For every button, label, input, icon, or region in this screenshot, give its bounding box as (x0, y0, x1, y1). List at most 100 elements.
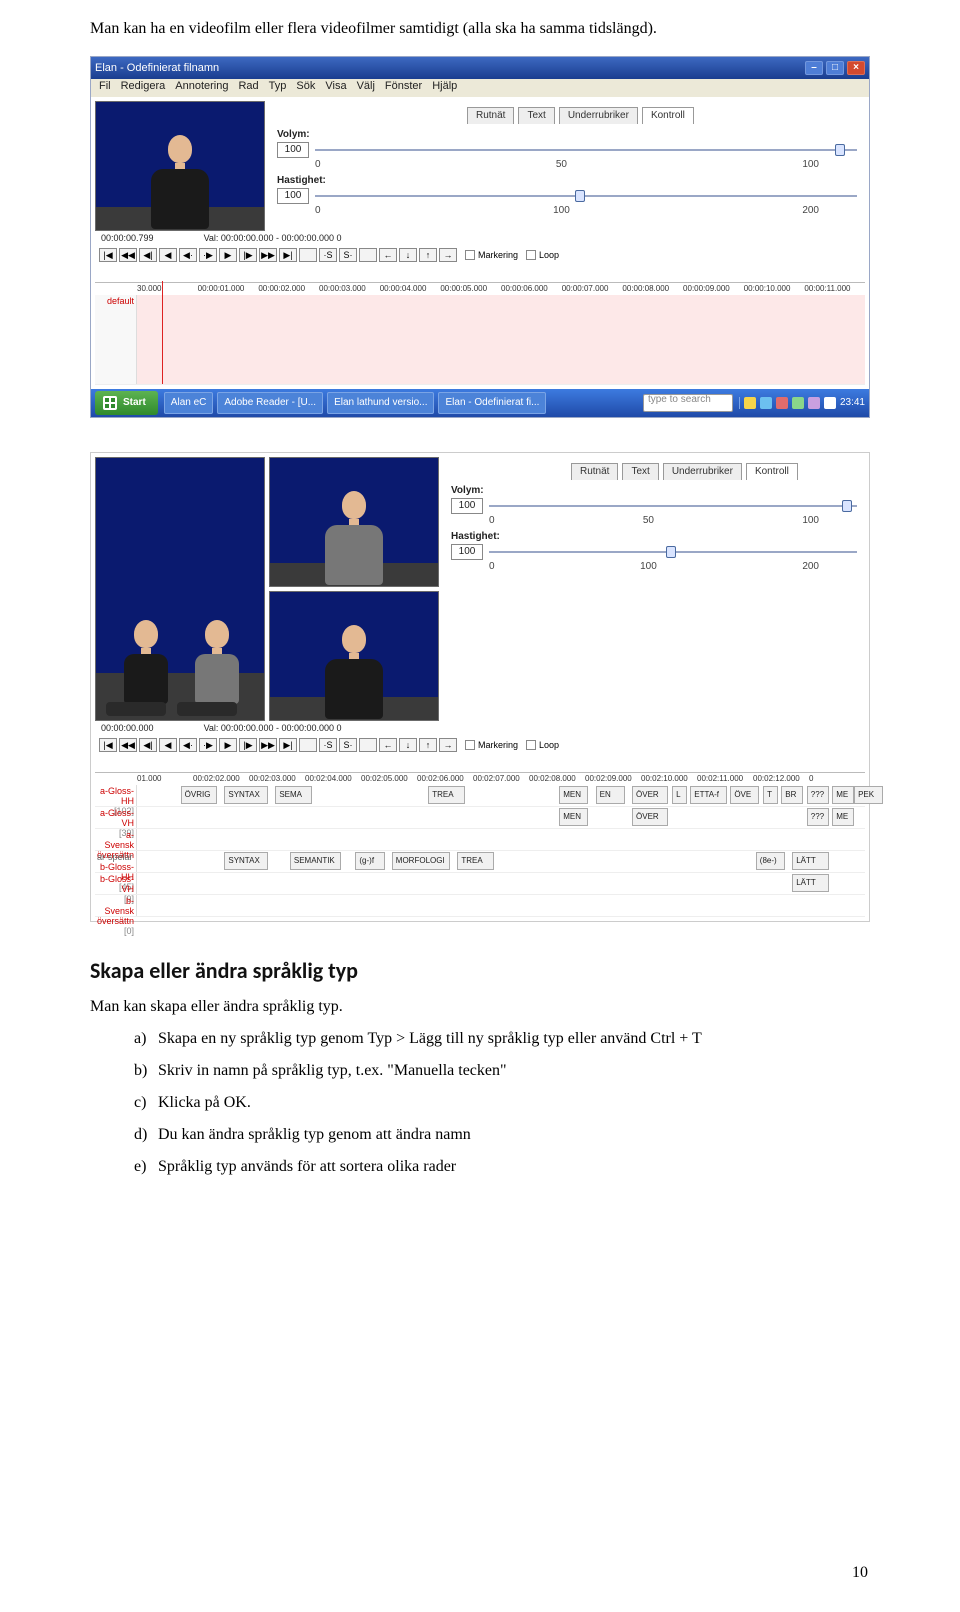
playback-button[interactable]: ↑ (419, 248, 437, 262)
playback-button[interactable]: ◀· (179, 738, 197, 752)
annotation-segment[interactable]: ME (832, 786, 854, 804)
timeline[interactable]: 01.00000:02:02.00000:02:03.00000:02:04.0… (95, 772, 865, 917)
playback-button[interactable]: ← (379, 248, 397, 262)
annotation-segment[interactable]: (8e-) (756, 852, 785, 870)
close-button[interactable]: × (847, 61, 865, 75)
markering-checkbox[interactable] (465, 250, 475, 260)
tier-label-default[interactable]: default (95, 295, 137, 384)
tab-rutnät[interactable]: Rutnät (467, 107, 514, 124)
speed-value[interactable]: 100 (277, 188, 309, 204)
tier-body[interactable]: SYNTAXSEMANTIK(g-)fMORFOLOGITREA(8e-)LÄT… (137, 851, 865, 872)
playback-button[interactable]: ◀◀ (119, 248, 137, 262)
annotation-segment[interactable]: BR (781, 786, 803, 804)
speed-slider[interactable] (315, 195, 857, 197)
taskbar-item[interactable]: Adobe Reader - [U... (217, 392, 323, 414)
volume-value[interactable]: 100 (277, 142, 309, 158)
annotation-segment[interactable]: ÖVE (730, 786, 759, 804)
annotation-segment[interactable]: ME (832, 808, 854, 826)
playback-button[interactable]: ◀ (159, 738, 177, 752)
menu-item-visa[interactable]: Visa (325, 81, 346, 95)
taskbar-search[interactable]: type to search (643, 394, 733, 412)
annotation-segment[interactable]: MORFOLOGI (392, 852, 450, 870)
timeline[interactable]: 30.00000:00:01.00000:00:02.00000:00:03.0… (95, 282, 865, 385)
menu-item-välj[interactable]: Välj (357, 81, 375, 95)
menu-item-fönster[interactable]: Fönster (385, 81, 422, 95)
playback-button[interactable] (299, 248, 317, 262)
playback-button[interactable]: ·▶ (199, 738, 217, 752)
playback-button[interactable]: ◀ (159, 248, 177, 262)
tab-text[interactable]: Text (622, 463, 658, 480)
menu-item-sök[interactable]: Sök (296, 81, 315, 95)
volume-value[interactable]: 100 (451, 498, 483, 514)
tier-body[interactable] (137, 829, 865, 850)
annotation-segment[interactable]: ETTA-f (690, 786, 726, 804)
annotation-segment[interactable]: LÄTT (792, 852, 828, 870)
tab-kontroll[interactable]: Kontroll (642, 107, 694, 124)
playback-button[interactable]: ← (379, 738, 397, 752)
playback-button[interactable]: ◀| (139, 738, 157, 752)
playback-button[interactable]: ◀| (139, 248, 157, 262)
playback-button[interactable]: ·▶ (199, 248, 217, 262)
playback-button[interactable]: |▶ (239, 738, 257, 752)
annotation-segment[interactable]: TREA (428, 786, 464, 804)
playback-button[interactable]: ▶ (219, 738, 237, 752)
playback-button[interactable]: ↑ (419, 738, 437, 752)
menu-item-rad[interactable]: Rad (238, 81, 258, 95)
menu-item-redigera[interactable]: Redigera (121, 81, 166, 95)
tier-body[interactable] (137, 895, 865, 916)
playback-button[interactable]: ▶▶ (259, 738, 277, 752)
tier-label[interactable]: b-Svensk översättn[0] (95, 895, 137, 916)
loop-checkbox[interactable] (526, 740, 536, 750)
tray-icon[interactable] (824, 397, 836, 409)
tier-body[interactable] (137, 295, 865, 384)
annotation-segment[interactable]: ÖVER (632, 808, 668, 826)
volume-slider[interactable] (315, 149, 857, 151)
playback-button[interactable]: ·S (319, 738, 337, 752)
annotation-segment[interactable]: T (763, 786, 778, 804)
tray-icon[interactable] (744, 397, 756, 409)
menu-item-annotering[interactable]: Annotering (175, 81, 228, 95)
tier-label[interactable]: a-Gloss-VH[39] (95, 807, 137, 828)
annotation-segment[interactable]: TREA (457, 852, 493, 870)
video-panel-3[interactable] (269, 591, 439, 721)
playback-button[interactable]: ↓ (399, 248, 417, 262)
tab-underrubriker[interactable]: Underrubriker (663, 463, 742, 480)
tier-body[interactable]: ÖVRIGSYNTAXSEMATREAMENENÖVERLETTA-fÖVETB… (137, 785, 865, 806)
taskbar-item[interactable]: Alan eC (164, 392, 214, 414)
tray-icon[interactable] (808, 397, 820, 409)
annotation-segment[interactable]: MEN (559, 786, 588, 804)
tier-label[interactable]: a-Gloss-HH[102] (95, 785, 137, 806)
annotation-segment[interactable]: ÖVRIG (181, 786, 217, 804)
playback-button[interactable]: |◀ (99, 738, 117, 752)
start-button[interactable]: Start (95, 391, 158, 415)
menu-item-hjälp[interactable]: Hjälp (432, 81, 457, 95)
annotation-segment[interactable]: ??? (807, 786, 829, 804)
playback-button[interactable]: ▶| (279, 248, 297, 262)
tray-icon[interactable] (760, 397, 772, 409)
minimize-button[interactable]: – (805, 61, 823, 75)
speed-slider[interactable] (489, 551, 857, 553)
playback-button[interactable]: ◀· (179, 248, 197, 262)
playback-button[interactable]: |◀ (99, 248, 117, 262)
taskbar-item[interactable]: Elan lathund versio... (327, 392, 434, 414)
tab-text[interactable]: Text (518, 107, 554, 124)
tab-underrubriker[interactable]: Underrubriker (559, 107, 638, 124)
tier-body[interactable]: LÄTT (137, 873, 865, 894)
playback-button[interactable]: S· (339, 738, 357, 752)
annotation-segment[interactable]: SYNTAX (224, 786, 268, 804)
annotation-segment[interactable]: ÖVER (632, 786, 668, 804)
speed-value[interactable]: 100 (451, 544, 483, 560)
tier-label[interactable]: a-Svensk översättn (95, 829, 137, 850)
tier-label[interactable]: ar-spelarb-Gloss-HH[45] (95, 851, 137, 872)
tab-rutnät[interactable]: Rutnät (571, 463, 618, 480)
annotation-segment[interactable]: EN (596, 786, 625, 804)
playback-button[interactable]: ▶ (219, 248, 237, 262)
annotation-segment[interactable]: MEN (559, 808, 588, 826)
playback-button[interactable] (359, 248, 377, 262)
annotation-segment[interactable]: SYNTAX (224, 852, 268, 870)
annotation-segment[interactable]: LÄTT (792, 874, 828, 892)
annotation-segment[interactable]: SEMA (275, 786, 311, 804)
maximize-button[interactable]: □ (826, 61, 844, 75)
loop-checkbox[interactable] (526, 250, 536, 260)
menu-item-typ[interactable]: Typ (269, 81, 287, 95)
